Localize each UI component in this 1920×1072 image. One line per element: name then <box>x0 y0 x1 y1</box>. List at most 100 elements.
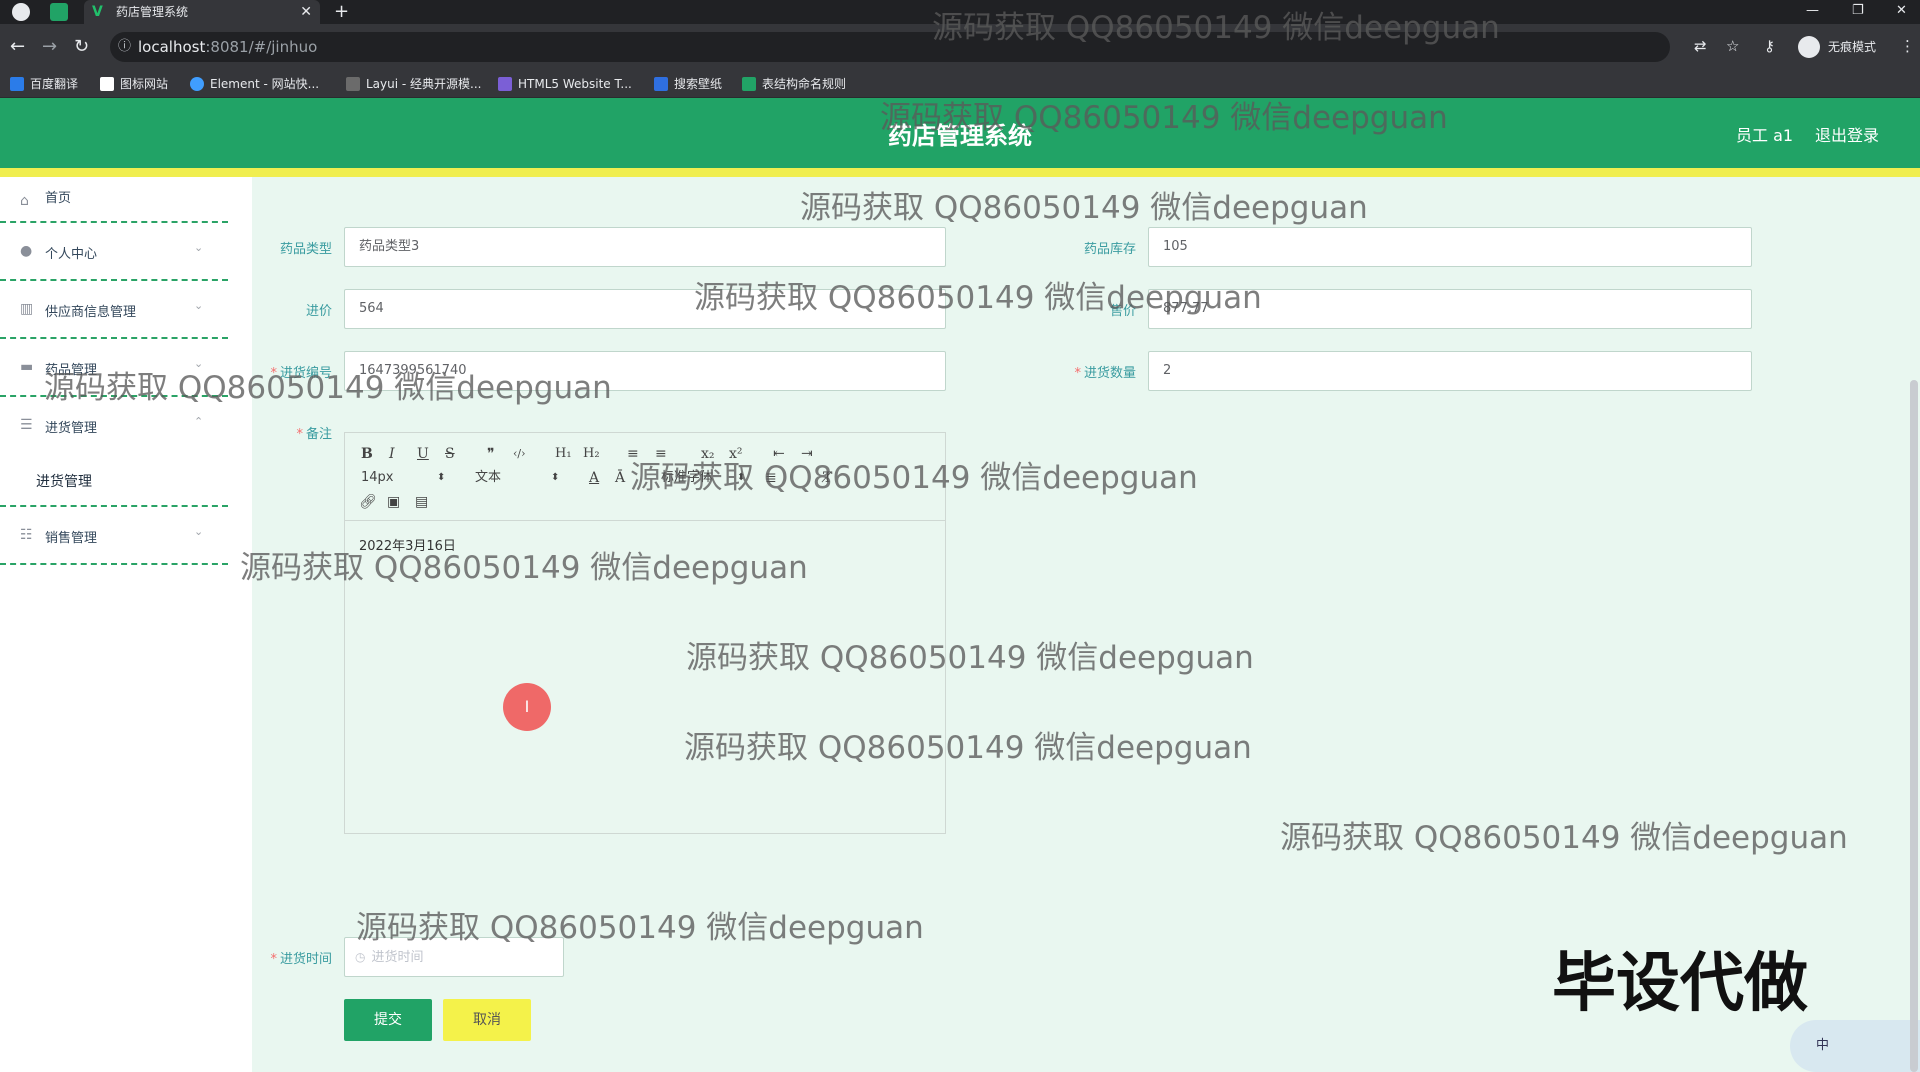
home-icon: ⌂ <box>20 193 29 209</box>
bookmark-flag-icon <box>100 77 114 91</box>
chevron-down-icon: ⌄ <box>194 241 204 254</box>
strikethrough-icon[interactable]: S <box>445 445 455 463</box>
bookmark-wallpaper-icon <box>654 77 668 91</box>
image-icon[interactable]: ▣ <box>387 493 400 511</box>
monitor-icon: ▬ <box>20 359 34 375</box>
watermark-text: 源码获取 QQ86050149 微信deepguan <box>686 640 1254 676</box>
bookmark-html5-icon <box>498 77 512 91</box>
sliders-icon: ☷ <box>20 527 33 543</box>
remark-label: * 备注 <box>296 427 332 442</box>
translate-icon[interactable]: ⇄ <box>1694 37 1707 55</box>
font-size-select[interactable]: 14px ⬍ <box>361 469 446 487</box>
new-tab-button[interactable]: + <box>334 0 349 24</box>
bookmark-item[interactable]: HTML5 Website T... <box>498 75 632 93</box>
browser-tab[interactable]: V 药店管理系统 ✕ <box>84 0 320 24</box>
forward-icon[interactable]: → <box>42 36 57 58</box>
link-icon[interactable]: 🔗︎ <box>359 493 377 511</box>
purchase-time-placeholder: 进货时间 <box>371 950 424 965</box>
bookmark-item[interactable]: 图标网站 <box>100 75 168 93</box>
minimize-icon[interactable]: — <box>1806 0 1819 22</box>
bookmark-element-icon <box>190 77 204 91</box>
url-path: :8081/#/jinhuo <box>205 38 318 56</box>
purchase-price-label: 进价 <box>305 304 332 319</box>
bookmark-translate-icon <box>10 77 24 91</box>
logout-link[interactable]: 退出登录 <box>1815 122 1879 146</box>
watermark-text: 源码获取 QQ86050149 微信deepguan <box>630 460 1198 496</box>
vue-logo-icon: V <box>92 4 103 20</box>
reload-icon[interactable]: ↻ <box>74 36 89 58</box>
site-info-icon[interactable]: ⓘ <box>118 32 131 62</box>
sidebar-item-supplier[interactable]: ▥ 供应商信息管理 ⌄ <box>0 281 228 339</box>
sidebar: ⌂ 首页 ● 个人中心 ⌄ ▥ 供应商信息管理 ⌄ ▬ 药品管理 ⌄ ☰ 进货管… <box>0 177 252 1072</box>
chevron-down-icon: ⌄ <box>194 525 204 538</box>
watermark-text: 源码获取 QQ86050149 微信deepguan <box>694 280 1262 316</box>
watermark-text: 源码获取 QQ86050149 微信deepguan <box>684 730 1252 766</box>
stock-label: 药品库存 <box>1083 242 1136 257</box>
sidebar-item-home[interactable]: ⌂ 首页 <box>0 177 228 223</box>
mouse-cursor-indicator: I <box>503 683 551 731</box>
user-icon: ● <box>20 243 33 259</box>
chevron-up-icon: ⌃ <box>194 415 204 428</box>
header-accent-bar <box>0 168 1920 177</box>
font-color-icon[interactable]: A <box>589 469 599 487</box>
background-color-icon[interactable]: Ā <box>615 469 625 487</box>
video-icon[interactable]: ▤ <box>415 493 428 511</box>
watermark-text: 源码获取 QQ86050149 微信deepguan <box>800 190 1368 226</box>
clock-icon: ◷ <box>355 950 366 964</box>
page-scrollbar[interactable] <box>1910 380 1918 1072</box>
incognito-label: 无痕模式 <box>1828 40 1877 54</box>
incognito-indicator[interactable]: 无痕模式 <box>1798 35 1876 59</box>
quantity-field[interactable]: 2 <box>1148 351 1752 391</box>
chart-icon: ▥ <box>20 301 34 317</box>
back-icon[interactable]: ← <box>10 36 25 58</box>
app-favicon-icon[interactable] <box>50 3 68 21</box>
sidebar-item-personal[interactable]: ● 个人中心 ⌄ <box>0 223 228 281</box>
heading1-icon[interactable]: H₁ <box>555 445 572 463</box>
ime-indicator[interactable]: 中 <box>1790 1020 1920 1072</box>
tab-close-icon[interactable]: ✕ <box>300 0 312 24</box>
key-icon[interactable]: ⚷ <box>1764 37 1775 55</box>
bookmark-table-icon <box>742 77 756 91</box>
menu-icon: ☰ <box>20 417 33 433</box>
bookmark-item[interactable]: Element - 网站快... <box>190 75 319 93</box>
bold-icon[interactable]: B <box>361 445 373 463</box>
restore-icon[interactable]: ❐ <box>1852 0 1864 22</box>
blockquote-icon[interactable]: ❞ <box>487 445 495 463</box>
drug-type-label: 药品类型 <box>279 242 332 257</box>
bookmark-item[interactable]: 表结构命名规则 <box>742 75 846 93</box>
bookmark-item[interactable]: 搜索壁纸 <box>654 75 722 93</box>
code-icon[interactable]: ‹/› <box>513 445 526 463</box>
text-type-select[interactable]: 文本 ⬍ <box>475 469 560 487</box>
sidebar-item-sales[interactable]: ☷ 销售管理 ⌄ <box>0 507 228 565</box>
heading2-icon[interactable]: H₂ <box>583 445 600 463</box>
underline-icon[interactable]: U <box>417 445 429 463</box>
close-window-icon[interactable]: ✕ <box>1896 0 1907 22</box>
select-arrow-icon: ⬍ <box>437 472 446 483</box>
watermark-text: 源码获取 QQ86050149 微信deepguan <box>932 10 1500 46</box>
submit-button[interactable]: 提交 <box>344 999 432 1041</box>
cancel-button[interactable]: 取消 <box>443 999 531 1041</box>
chevron-down-icon: ⌄ <box>194 299 204 312</box>
bookmark-layui-icon <box>346 77 360 91</box>
purchase-time-label: * 进货时间 <box>270 952 332 967</box>
tab-title: 药店管理系统 <box>116 5 189 19</box>
stock-field[interactable]: 105 <box>1148 227 1752 267</box>
watermark-text: 源码获取 QQ86050149 微信deepguan <box>44 370 612 406</box>
watermark-text: 源码获取 QQ86050149 微信deepguan <box>880 100 1448 136</box>
promo-stamp-text: 毕设代做 <box>1552 947 1808 1021</box>
incognito-icon <box>1798 36 1820 58</box>
current-user: 员工 a1 <box>1736 126 1794 145</box>
italic-icon[interactable]: I <box>389 445 395 463</box>
bookmark-item[interactable]: Layui - 经典开源模... <box>346 75 481 93</box>
quantity-label: * 进货数量 <box>1074 366 1136 381</box>
watermark-text: 源码获取 QQ86050149 微信deepguan <box>1280 820 1848 856</box>
bookmark-item[interactable]: 百度翻译 <box>10 75 78 93</box>
drug-type-field[interactable]: 药品类型3 <box>344 227 946 267</box>
url-host: localhost <box>138 38 206 56</box>
bookmark-star-icon[interactable]: ☆ <box>1726 37 1739 55</box>
more-menu-icon[interactable]: ⋮ <box>1900 37 1915 55</box>
browser-menu-icon[interactable] <box>12 3 30 21</box>
sidebar-subitem-purchase[interactable]: 进货管理 <box>0 455 228 505</box>
select-arrow-icon: ⬍ <box>551 472 560 483</box>
watermark-text: 源码获取 QQ86050149 微信deepguan <box>240 550 808 586</box>
